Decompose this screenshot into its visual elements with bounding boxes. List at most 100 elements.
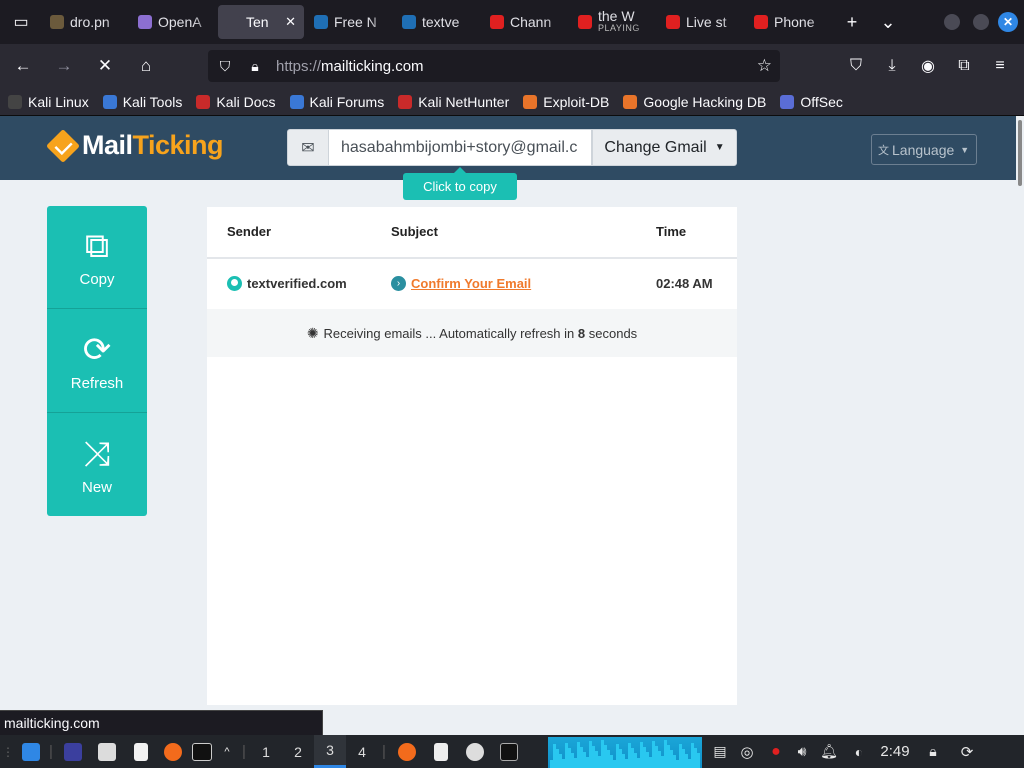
obs-tray-icon[interactable]: ◎ (732, 735, 762, 768)
tab-0[interactable]: dro.pn (42, 5, 128, 39)
bookmark-item[interactable]: OffSec (780, 94, 843, 110)
bookmark-favicon-icon (289, 94, 304, 109)
bookmark-item[interactable]: Kali Docs (196, 94, 276, 110)
link-status-tooltip: mailticking.com (0, 710, 323, 735)
microphone-icon[interactable]: ● (762, 735, 790, 768)
close-window-button[interactable]: ✕ (998, 12, 1018, 32)
maximize-window-button[interactable] (973, 14, 989, 30)
kali-menu-button[interactable] (16, 735, 46, 768)
sender-cell: textverified.com (227, 276, 347, 291)
tab-7[interactable]: Live st (658, 5, 744, 39)
task-terminal[interactable] (492, 735, 526, 768)
time-cell: 02:48 AM (656, 276, 713, 291)
update-icon[interactable]: ◐ (844, 735, 874, 768)
separator: | (49, 743, 53, 760)
list-all-tabs-button[interactable]: ⌄ (870, 5, 906, 39)
stop-loading-button[interactable]: ✕ (87, 50, 123, 82)
language-label: Language (892, 141, 955, 158)
network-icon[interactable]: ▤ (708, 735, 732, 768)
firefox-icon (398, 742, 416, 761)
lock-screen-icon[interactable]: 🔒︎ (916, 735, 950, 768)
task-firefox[interactable] (390, 735, 424, 768)
new-email-button[interactable]: ⤨ New (47, 414, 147, 517)
new-tab-button[interactable]: + (834, 5, 870, 39)
bookmark-label: OffSec (800, 93, 843, 110)
workspace-1[interactable]: 1 (250, 735, 282, 768)
email-subject-link[interactable]: Confirm Your Email (411, 276, 531, 291)
email-address-field[interactable]: hasabahmbijombi+story@gmail.c (329, 129, 592, 166)
site-logo[interactable]: MailTicking (46, 128, 224, 163)
firefox-launcher-button[interactable] (158, 735, 188, 768)
user-icon (227, 276, 242, 291)
bookmark-item[interactable]: Kali NetHunter (398, 94, 509, 110)
tab-list: dro.pn OpenA Ten ✕ Free N textve Chann the W PLA… (42, 5, 834, 39)
tab-2[interactable]: Ten ✕ (218, 5, 304, 39)
tab-5[interactable]: Chann (482, 5, 568, 39)
forward-button[interactable]: → (46, 50, 82, 82)
url-bar[interactable]: ⛉ 🔒︎ https://mailticking.com ☆ (208, 50, 780, 82)
extensions-icon[interactable]: ⧉ (948, 50, 980, 82)
tab-8[interactable]: Phone (746, 5, 832, 39)
task-obs[interactable] (458, 735, 492, 768)
file-manager-button[interactable] (90, 735, 124, 768)
tracking-shield-icon[interactable]: ⛉ (212, 58, 238, 75)
audio-visualizer (548, 737, 702, 768)
downloads-icon[interactable]: ⤓ (876, 50, 908, 82)
tab-favicon-icon (314, 15, 328, 29)
tab-4[interactable]: textve (394, 5, 480, 39)
bookmark-item[interactable]: Exploit-DB (523, 94, 609, 110)
tab-favicon-icon (402, 15, 416, 29)
launcher-expand-button[interactable]: ^ (216, 735, 238, 768)
logout-icon[interactable]: ⟳ (950, 735, 984, 768)
change-gmail-button[interactable]: Change Gmail ▼ (592, 129, 737, 166)
caret-down-icon: ▼ (960, 144, 970, 155)
pocket-icon[interactable]: ⛉ (840, 50, 872, 82)
site-header: MailTicking ✉ hasabahmbijombi+story@gmai… (0, 116, 1016, 180)
inbox-panel: Sender Subject Time textverified.com › Co… (207, 207, 737, 705)
bookmark-favicon-icon (196, 94, 211, 109)
refresh-button[interactable]: ⟳ Refresh (47, 310, 147, 413)
page-scrollbar[interactable] (1016, 116, 1024, 735)
tab-favicon-icon (138, 15, 152, 29)
tab-title-wrap: the W PLAYING (598, 10, 656, 34)
notifications-icon[interactable]: 🔔︎ (814, 735, 844, 768)
bookmark-item[interactable]: Google Hacking DB (623, 94, 766, 110)
bookmark-item[interactable]: Kali Tools (102, 94, 182, 110)
back-button[interactable]: ← (5, 50, 41, 82)
close-tab-icon[interactable]: ✕ (285, 14, 296, 30)
bookmark-star-icon[interactable]: ☆ (757, 56, 772, 76)
workspace-2[interactable]: 2 (282, 735, 314, 768)
tab-6[interactable]: the W PLAYING (570, 5, 656, 39)
firefox-view-icon[interactable]: ▭ (0, 0, 42, 44)
minimize-window-button[interactable] (944, 14, 960, 30)
workspace-4[interactable]: 4 (346, 735, 378, 768)
show-desktop-button[interactable] (56, 735, 90, 768)
bookmark-label: Google Hacking DB (643, 93, 767, 110)
terminal-launcher-button[interactable] (188, 735, 216, 768)
tab-3[interactable]: Free N (306, 5, 392, 39)
volume-icon[interactable]: 🔊︎ (790, 735, 814, 768)
language-dropdown[interactable]: 文 Language ▼ (871, 134, 977, 165)
tab-1[interactable]: OpenA (130, 5, 216, 39)
task-editor[interactable] (424, 735, 458, 768)
copy-button[interactable]: ⧉ Copy (47, 206, 147, 309)
lock-icon[interactable]: 🔒︎ (242, 58, 268, 75)
home-button[interactable]: ⌂ (128, 50, 164, 82)
receiving-suffix: seconds (588, 325, 638, 341)
menu-icon[interactable]: ≡ (984, 50, 1016, 82)
workspace-3[interactable]: 3 (314, 735, 346, 768)
bookmark-item[interactable]: Kali Forums (289, 94, 384, 110)
url-text[interactable]: https://mailticking.com (276, 58, 424, 75)
table-row[interactable]: textverified.com › Confirm Your Email 02:… (207, 259, 737, 341)
tab-favicon-icon (754, 15, 768, 29)
tab-title: Free N (334, 14, 377, 30)
shuffle-icon: ⤨ (83, 435, 111, 473)
account-icon[interactable]: ◉ (912, 50, 944, 82)
caret-down-icon: ▼ (714, 142, 725, 153)
scrollbar-thumb[interactable] (1018, 120, 1022, 186)
bookmark-item[interactable]: Kali Linux (8, 94, 89, 110)
clock[interactable]: 2:49 (874, 735, 916, 768)
subject-column-header: Subject (391, 224, 438, 239)
action-sidebar: ⧉ Copy ⟳ Refresh ⤨ New (47, 206, 147, 516)
text-editor-button[interactable] (124, 735, 158, 768)
